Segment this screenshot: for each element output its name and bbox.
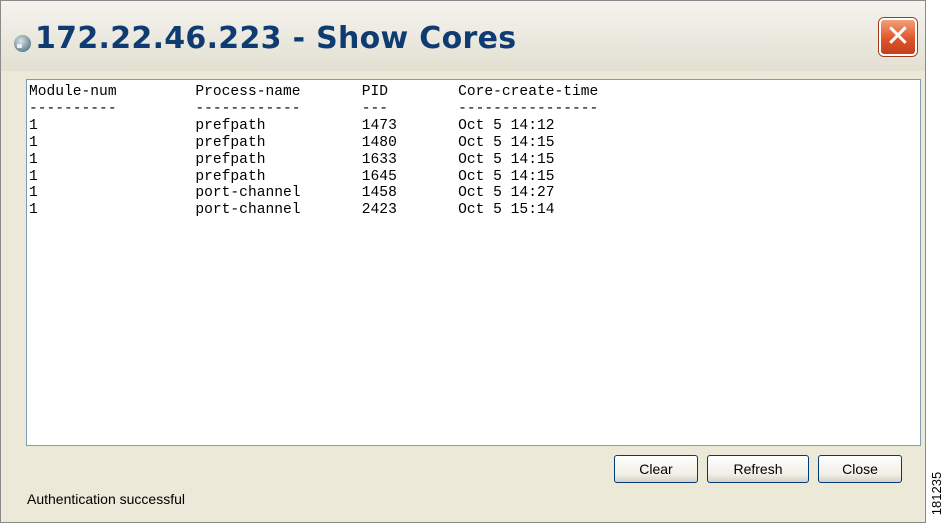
window-title: 172.22.46.223 - Show Cores — [35, 21, 517, 56]
figure-id-text: 181235 — [929, 471, 945, 515]
refresh-button[interactable]: Refresh — [707, 455, 809, 483]
button-bar: Clear Refresh Close — [1, 455, 925, 483]
status-message: Authentication successful — [27, 491, 185, 507]
cores-output-text: Module-num Process-name PID Core-create-… — [29, 84, 599, 219]
close-button[interactable]: Close — [818, 455, 902, 483]
figure-id-label: 181235 — [927, 462, 946, 524]
clear-button[interactable]: Clear — [614, 455, 698, 483]
app-icon — [14, 35, 31, 52]
title-bar[interactable]: 172.22.46.223 - Show Cores ✕ — [1, 1, 925, 71]
show-cores-window: 172.22.46.223 - Show Cores ✕ Module-num … — [0, 0, 926, 523]
cores-output-textarea[interactable]: Module-num Process-name PID Core-create-… — [26, 79, 921, 446]
window-close-button[interactable]: ✕ — [879, 18, 917, 56]
close-icon: ✕ — [885, 19, 911, 54]
